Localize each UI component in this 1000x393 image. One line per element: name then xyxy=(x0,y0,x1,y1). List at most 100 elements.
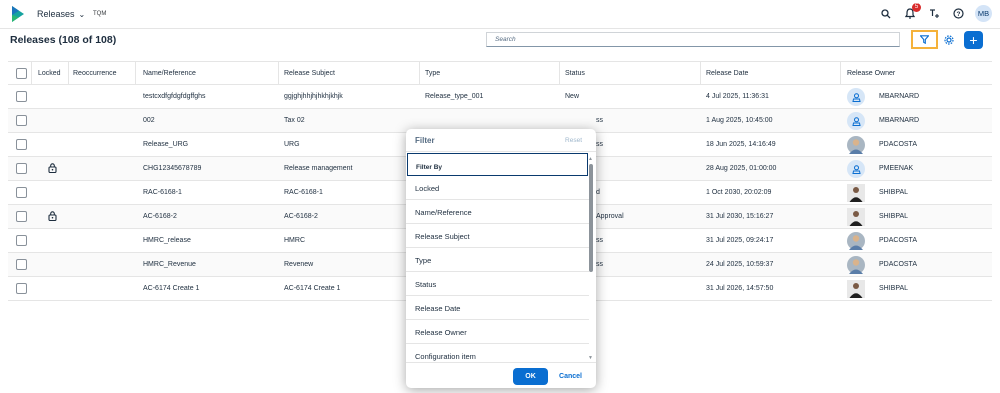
row-checkbox[interactable] xyxy=(16,91,27,102)
search-input[interactable]: Search xyxy=(486,32,900,47)
cancel-button[interactable]: Cancel xyxy=(553,368,588,385)
row-status: ss xyxy=(596,141,603,148)
row-owner: PDACOSTA xyxy=(879,237,917,244)
column-header-name[interactable]: Name/Reference xyxy=(143,70,196,77)
row-owner: SHIBPAL xyxy=(879,285,909,292)
row-name[interactable]: AC-6174 Create 1 xyxy=(143,285,199,292)
column-header-owner[interactable]: Release Owner xyxy=(847,70,895,77)
row-owner: SHIBPAL xyxy=(879,189,909,196)
row-subject: URG xyxy=(284,141,300,148)
column-separator xyxy=(135,62,136,85)
table-row[interactable]: testcxdfgfdgfdgffghs ggjghjhhjhjhkhjkhjk R… xyxy=(8,85,992,109)
row-owner: PDACOSTA xyxy=(879,261,917,268)
owner-avatar-person-icon xyxy=(847,160,865,178)
row-name[interactable]: RAC-6168-1 xyxy=(143,189,182,196)
shell-bar: Releases ⌄ TQM 5 ? MB xyxy=(0,0,1000,29)
settings-gear-icon[interactable] xyxy=(943,34,955,46)
filter-list-scrollbar[interactable]: ▲ ▼ xyxy=(588,156,594,361)
lock-icon xyxy=(48,211,57,221)
row-checkbox[interactable] xyxy=(16,235,27,246)
user-avatar[interactable]: MB xyxy=(975,5,992,22)
filter-option[interactable]: Name/Reference xyxy=(406,200,589,224)
filter-icon xyxy=(920,35,929,44)
row-release-date: 24 Jul 2025, 10:59:37 xyxy=(706,261,774,268)
row-owner: MBARNARD xyxy=(879,117,920,124)
filter-option[interactable]: Locked xyxy=(406,176,589,200)
dialog-title: Filter xyxy=(415,135,435,145)
row-release-date: 28 Aug 2025, 01:00:00 xyxy=(706,165,777,172)
column-separator xyxy=(700,62,701,85)
filter-option[interactable]: Status xyxy=(406,272,589,296)
column-header-subject[interactable]: Release Subject xyxy=(284,70,335,77)
row-name[interactable]: HMRC_Revenue xyxy=(143,261,196,268)
row-checkbox[interactable] xyxy=(16,163,27,174)
column-header-locked[interactable]: Locked xyxy=(38,70,61,77)
help-icon[interactable]: ? xyxy=(951,7,965,21)
owner-avatar-photo xyxy=(847,136,865,154)
row-checkbox[interactable] xyxy=(16,211,27,222)
column-header-type[interactable]: Type xyxy=(425,70,440,77)
select-all-checkbox[interactable] xyxy=(16,68,27,79)
row-name[interactable]: 002 xyxy=(143,117,155,124)
column-separator xyxy=(278,62,279,85)
row-status: ss xyxy=(596,237,603,244)
row-release-date: 31 Jul 2026, 14:57:50 xyxy=(706,285,774,292)
column-separator xyxy=(419,62,420,85)
row-status: Approval xyxy=(596,213,624,220)
dialog-header: Filter Reset xyxy=(406,129,596,152)
owner-avatar-photo xyxy=(847,256,865,274)
app-logo[interactable] xyxy=(12,6,24,22)
row-owner: SHIBPAL xyxy=(879,213,909,220)
filter-button[interactable] xyxy=(911,30,938,49)
row-name[interactable]: testcxdfgfdgfdgffghs xyxy=(143,93,206,100)
row-release-date: 1 Aug 2025, 10:45:00 xyxy=(706,117,773,124)
row-type: Release_type_001 xyxy=(425,93,484,100)
filter-option[interactable]: Release Subject xyxy=(406,224,589,248)
filter-option[interactable]: Release Owner xyxy=(406,320,589,344)
row-subject: AC-6168-2 xyxy=(284,213,318,220)
column-header-release-date[interactable]: Release Date xyxy=(706,70,748,77)
row-release-date: 31 Jul 2030, 15:16:27 xyxy=(706,213,774,220)
row-release-date: 4 Jul 2025, 11:36:31 xyxy=(706,93,769,100)
row-subject: ggjghjhhjhjhkhjkhjk xyxy=(284,93,343,100)
row-name[interactable]: HMRC_release xyxy=(143,237,191,244)
row-checkbox[interactable] xyxy=(16,139,27,150)
search-icon[interactable] xyxy=(879,7,893,21)
add-release-button[interactable]: + xyxy=(964,31,983,49)
row-name[interactable]: AC-6168-2 xyxy=(143,213,177,220)
row-checkbox[interactable] xyxy=(16,115,27,126)
row-status: New xyxy=(565,93,580,100)
owner-avatar-photo xyxy=(847,232,865,250)
row-status: ss xyxy=(596,261,603,268)
scroll-up-arrow-icon[interactable]: ▲ xyxy=(588,156,593,162)
app-title: Releases xyxy=(37,9,75,19)
scroll-thumb[interactable] xyxy=(589,164,593,272)
reset-button[interactable]: Reset xyxy=(565,137,582,144)
notification-bell-icon[interactable]: 5 xyxy=(903,2,921,21)
owner-avatar-person-icon xyxy=(847,88,865,106)
org-label: TQM xyxy=(93,11,107,17)
row-name[interactable]: CHG12345678789 xyxy=(143,165,201,172)
row-checkbox[interactable] xyxy=(16,259,27,270)
row-owner: PDACOSTA xyxy=(879,141,917,148)
scroll-down-arrow-icon[interactable]: ▼ xyxy=(588,355,593,361)
filter-option[interactable]: Configuration item xyxy=(406,344,589,362)
app-switcher[interactable]: Releases ⌄ xyxy=(37,9,85,19)
row-name[interactable]: Release_URG xyxy=(143,141,188,148)
task-add-icon[interactable] xyxy=(927,7,941,21)
owner-avatar-photo xyxy=(847,280,865,298)
column-separator xyxy=(559,62,560,85)
column-separator xyxy=(68,62,69,85)
ok-button[interactable]: OK xyxy=(513,368,548,385)
filter-option[interactable]: Release Date xyxy=(406,296,589,320)
filter-by-section: Filter By xyxy=(407,153,588,176)
owner-avatar-photo xyxy=(847,208,865,226)
column-header-status[interactable]: Status xyxy=(565,70,585,77)
column-separator xyxy=(31,62,32,85)
owner-avatar-person-icon xyxy=(847,112,865,130)
row-checkbox[interactable] xyxy=(16,187,27,198)
row-checkbox[interactable] xyxy=(16,283,27,294)
filter-option[interactable]: Type xyxy=(406,248,589,272)
lock-icon xyxy=(48,163,57,173)
column-header-reoccurrence[interactable]: Reoccurrence xyxy=(73,70,117,77)
